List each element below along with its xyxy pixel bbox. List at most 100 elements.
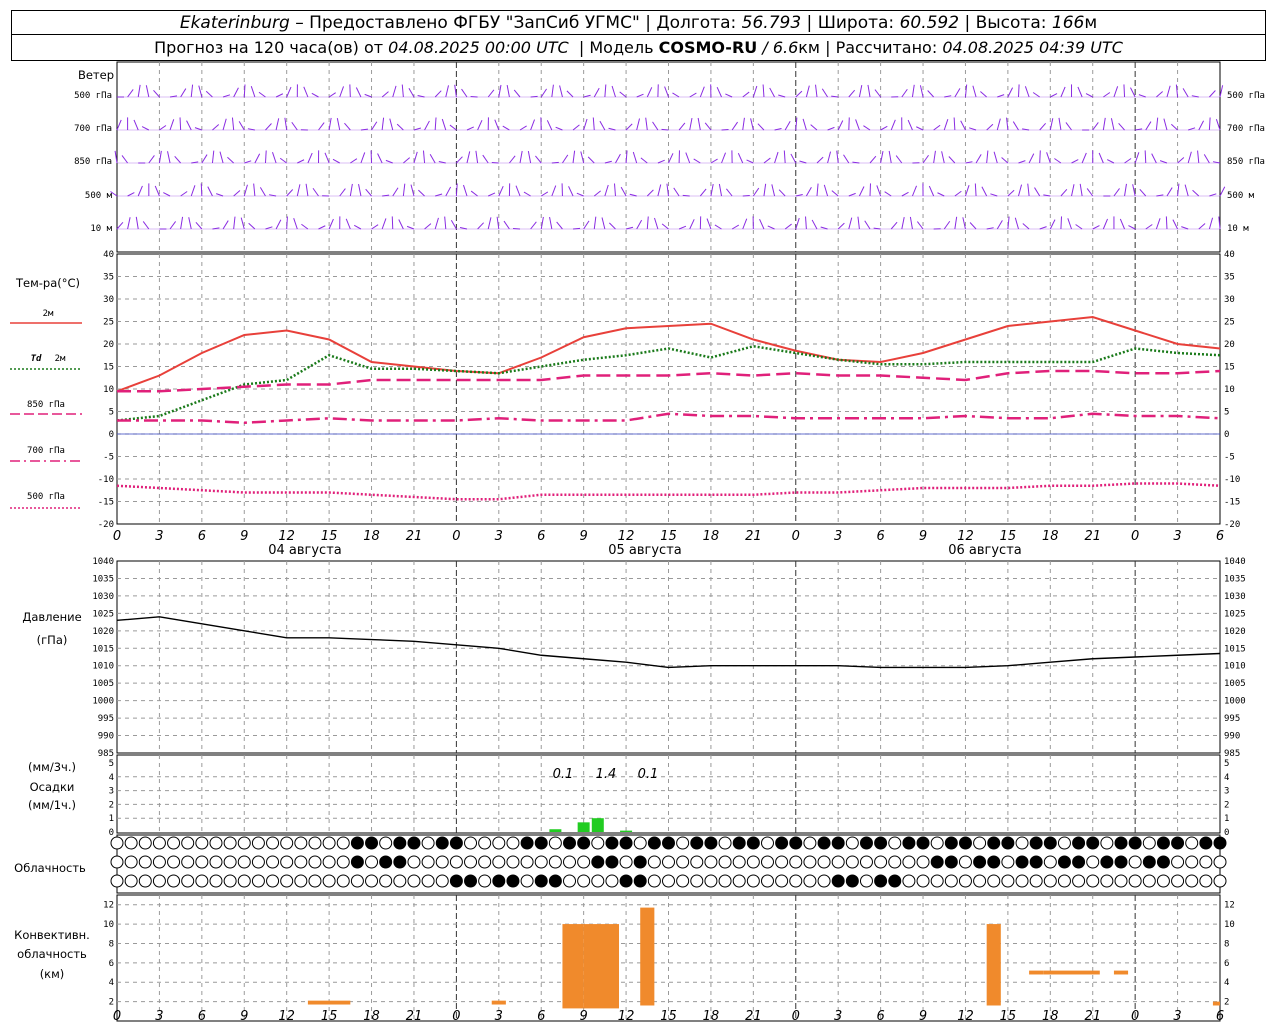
hour-tick-temp: 6: [198, 529, 206, 544]
wind-barb: [434, 117, 437, 131]
cloud-symbol: [859, 874, 873, 888]
wind-barb: [1028, 153, 1035, 164]
wind-barb: [1007, 216, 1010, 230]
wind-barb: [222, 220, 229, 230]
wind-barb: [706, 218, 712, 230]
cloud-symbol: [251, 836, 265, 850]
wind-barb: [911, 84, 915, 98]
cloud-symbol: [407, 855, 421, 869]
cloud-symbol: [393, 836, 407, 850]
wind-barb: [371, 224, 379, 230]
wind-barb: [611, 85, 616, 98]
conv-ytick-left: 6: [109, 959, 114, 969]
wind-barb: [576, 192, 584, 197]
wind-barb: [1014, 217, 1019, 230]
wind-barb: [195, 221, 203, 230]
wind-barb: [424, 223, 432, 230]
cloud-symbol: [393, 874, 407, 888]
cloud-symbol: [280, 855, 294, 869]
wind-barb: [1065, 122, 1072, 131]
cloud-symbol: [350, 874, 364, 888]
wind-level-700hpa: 700 гПа: [74, 124, 112, 134]
temp-ytick-left: 20: [103, 340, 114, 350]
cloud-symbol: [379, 874, 393, 888]
hour-tick-bottom: 3: [1173, 1009, 1181, 1024]
cloud-symbol: [1171, 836, 1185, 850]
wind-barb: [332, 158, 340, 164]
wind-barb: [864, 220, 871, 230]
hour-tick-bottom: 15: [321, 1009, 338, 1024]
cloud-symbol: [280, 874, 294, 888]
wind-barb: [1060, 188, 1068, 197]
wind-barb: [523, 191, 531, 197]
wind-level-500hpa-right: 500 гПа: [1227, 91, 1265, 101]
cloud-symbol: [944, 874, 958, 888]
wind-barb: [121, 155, 129, 164]
wind-barb: [742, 117, 745, 131]
wind-barb: [1155, 117, 1159, 131]
cloud-symbol: [874, 855, 888, 869]
wind-barb: [1159, 160, 1168, 164]
cloud-symbol: [704, 836, 718, 850]
hour-tick-temp: 6: [876, 529, 884, 544]
cloud-symbol: [379, 855, 393, 869]
wind-barb: [509, 155, 516, 164]
wind-barb: [975, 154, 982, 164]
cloud-symbol: [973, 836, 987, 850]
wind-barb: [640, 157, 648, 164]
wind-barb: [972, 85, 977, 98]
wind-barb: [1071, 159, 1079, 164]
wind-barb: [568, 186, 574, 197]
wind-barb: [275, 93, 284, 98]
pres-ytick-left: 1000: [92, 697, 114, 707]
wind-barb: [948, 156, 956, 164]
cloud-symbol: [817, 874, 831, 888]
hour-tick-temp: 21: [1084, 529, 1101, 544]
wind-barb: [752, 85, 758, 98]
wind-barb: [422, 150, 426, 164]
wind-barb: [697, 117, 701, 131]
wind-barb: [398, 219, 404, 230]
wind-barb: [403, 157, 411, 164]
wind-barb: [186, 120, 192, 131]
cloud-symbol: [888, 836, 902, 850]
hour-tick-bottom: 6: [537, 1009, 545, 1024]
wind-barb: [455, 183, 458, 197]
cloud-symbol: [888, 855, 902, 869]
wind-barb: [207, 186, 213, 197]
wind-barb: [636, 93, 644, 98]
temp-ytick-right: 30: [1224, 295, 1235, 305]
pres-ytick-right: 1005: [1224, 679, 1246, 689]
cloud-symbol: [152, 855, 166, 869]
hour-tick-bottom: 21: [406, 1009, 423, 1024]
cloud-symbol: [152, 836, 166, 850]
wind-barb: [1102, 117, 1106, 131]
cloud-symbol: [746, 855, 760, 869]
wind-barb: [1018, 160, 1026, 164]
wind-barb: [174, 155, 182, 164]
wind-barb: [821, 88, 829, 98]
wind-barb: [211, 150, 215, 164]
wind-barb: [943, 220, 951, 230]
cloud-symbol: [209, 874, 223, 888]
legend-td-label-b: 2м: [55, 354, 66, 364]
wind-barb: [275, 219, 282, 230]
cloud-symbol: [1086, 836, 1100, 850]
wind-barb: [874, 89, 882, 98]
temp-ytick-right: 40: [1224, 250, 1235, 260]
wind-barb: [937, 192, 945, 197]
cloud-symbol: [223, 836, 237, 850]
cloud-symbol: [1128, 855, 1142, 869]
cloud-symbol: [336, 836, 350, 850]
wind-barb: [993, 151, 998, 164]
cloud-symbol: [421, 874, 435, 888]
wind-barb: [858, 85, 863, 98]
conv-bar: [1043, 970, 1100, 975]
wind-barb: [358, 184, 362, 197]
cloud-symbol: [690, 855, 704, 869]
wind-barb: [445, 186, 452, 197]
wind-barb: [974, 183, 977, 197]
wind-barb: [364, 93, 372, 98]
wind-barb: [1075, 224, 1083, 230]
hour-tick-temp: 3: [155, 529, 163, 544]
